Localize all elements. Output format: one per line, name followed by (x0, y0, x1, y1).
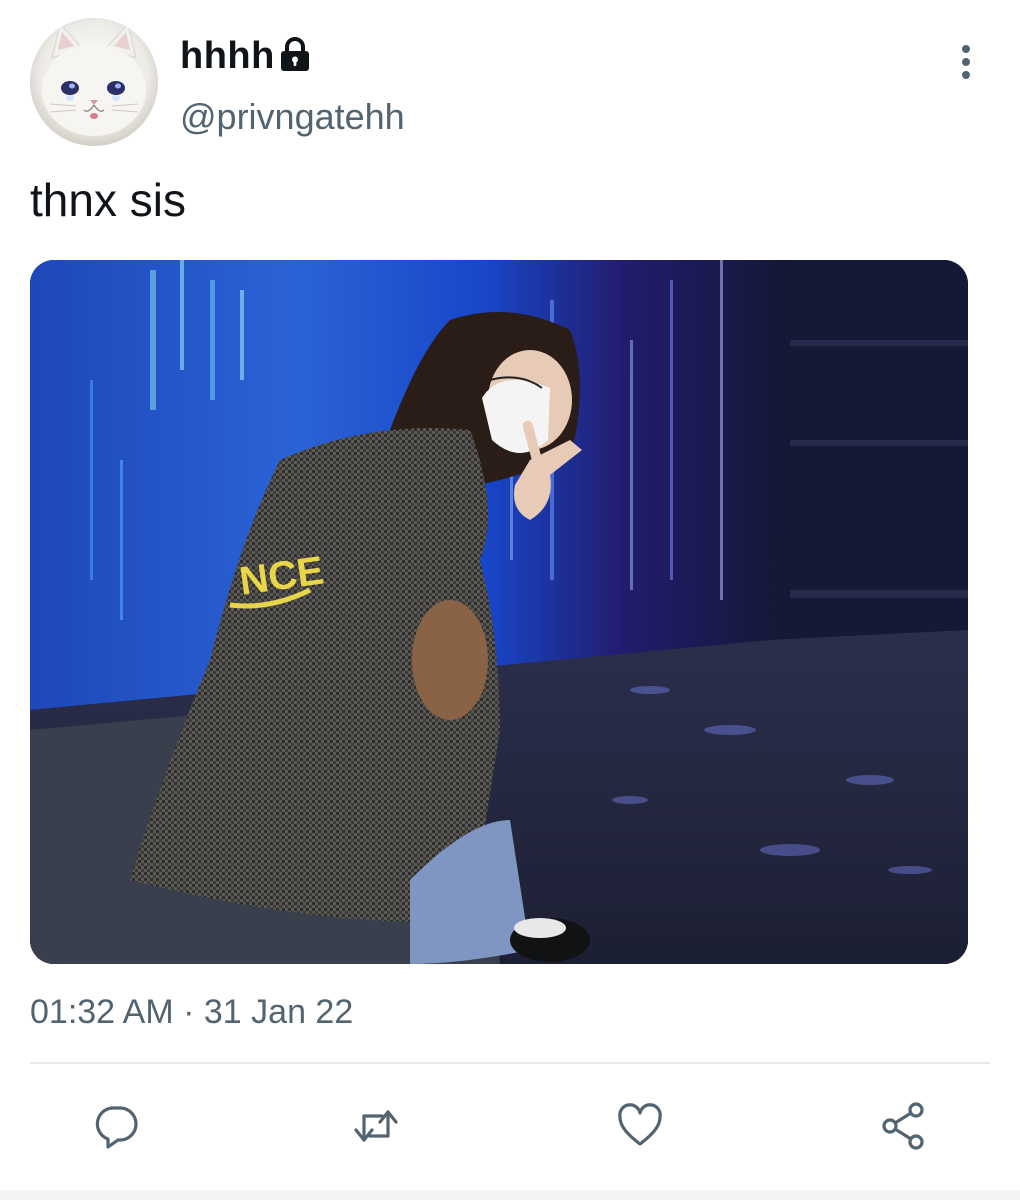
tweet-date: 31 Jan 22 (203, 993, 354, 1031)
more-vertical-icon (962, 45, 970, 79)
retweet-icon (354, 1110, 398, 1142)
crying-cat-avatar-icon (30, 18, 158, 146)
tweet-photo[interactable]: NCE (30, 260, 968, 964)
more-button[interactable] (946, 40, 986, 84)
timestamp-separator: · (183, 993, 195, 1031)
tweet-time: 01:32 AM (30, 993, 174, 1031)
bottom-edge (0, 1190, 1020, 1200)
like-button[interactable] (614, 1100, 666, 1152)
tweet-text: thnx sis (30, 174, 186, 226)
photo-image: NCE (30, 260, 968, 964)
timestamp[interactable]: 01:32 AM · 31 Jan 22 (30, 990, 353, 1034)
reply-icon (95, 1106, 138, 1149)
retweet-button[interactable] (350, 1100, 402, 1152)
reply-button[interactable] (90, 1100, 142, 1152)
share-icon (882, 1102, 924, 1150)
lock-icon (281, 37, 309, 71)
handle[interactable]: @privngatehh (180, 96, 405, 138)
share-button[interactable] (878, 1100, 930, 1152)
avatar[interactable] (30, 18, 158, 146)
display-name[interactable]: hhhh (180, 34, 275, 78)
heart-icon (618, 1103, 662, 1146)
divider (30, 1062, 990, 1064)
